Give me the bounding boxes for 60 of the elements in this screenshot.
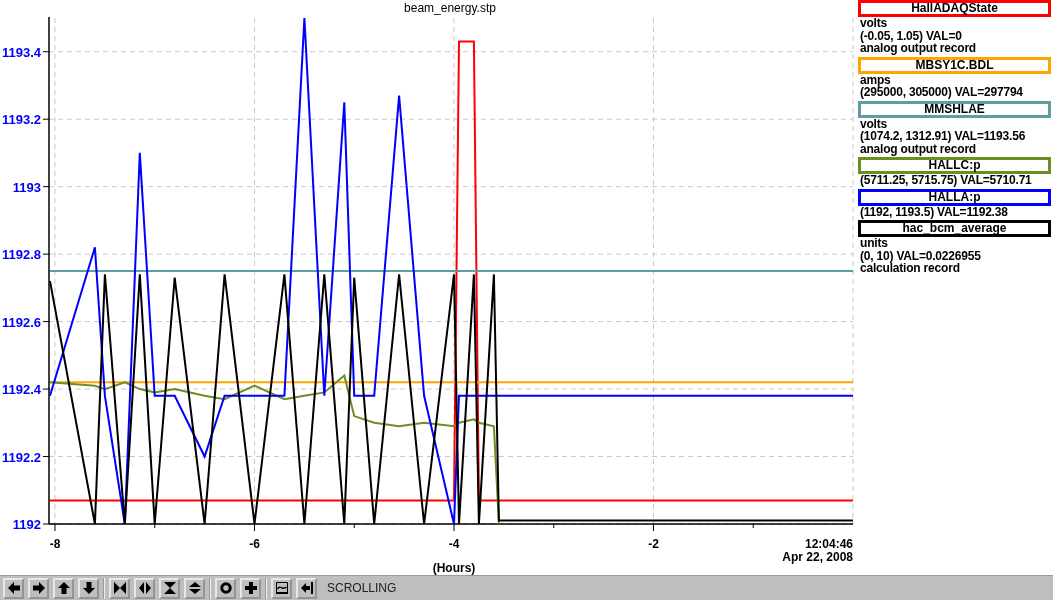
y-tick-label: 1192.4 [1,382,41,398]
x-tick-label: -2 [648,537,659,551]
plus-button[interactable] [240,577,261,599]
legend-info-text: (0, 10) VAL=0.0226955 [859,249,982,262]
arrow-up-icon [57,582,70,594]
legend-entry-header[interactable]: HALLC:p [858,157,1051,174]
legend-info-text: calculation record [859,262,961,275]
graph-icon [275,582,288,594]
arrow-down-icon [82,582,95,594]
plus-icon [244,582,257,594]
status-text: SCROLLING [327,581,397,595]
arrow-up-button[interactable] [53,577,74,599]
x-axis-title: (Hours) [432,561,476,575]
legend-entry-header[interactable]: HALLA:p [858,188,1051,206]
timestamp-date: Apr 22, 2008 [782,550,853,564]
legend-info-text: volts [859,17,888,30]
arrow-right-icon [32,582,45,594]
x-tick-label: -4 [448,537,460,551]
arrow-left-icon [7,582,20,594]
bowtie-button[interactable] [109,577,130,599]
timestamp-time: 12:04:46 [804,537,853,551]
ring-icon [219,582,232,594]
chart-title: beam_energy.stp [404,1,496,15]
arrow-down-button[interactable] [78,577,99,599]
y-tick-label: 1192.6 [1,314,41,330]
arrow-to-bar-button[interactable] [296,577,317,599]
y-tick-label: 1193.2 [1,112,41,128]
double-triangle-vertical-icon [188,582,201,594]
graph-button[interactable] [271,577,292,599]
legend-entry-header[interactable]: MBSY1C.BDL [858,56,1051,74]
legend-info-text: (1192, 1193.5) VAL=1192.38 [859,205,1009,218]
x-tick-label: -6 [249,537,260,551]
legend-info-text: analog output record [859,142,977,155]
legend-info-text: (5711.25, 5715.75) VAL=5710.71 [859,174,1033,187]
y-tick-label: 1192 [12,517,41,532]
ring-button[interactable] [215,577,236,599]
double-triangle-vertical-button[interactable] [184,577,205,599]
hourglass-button[interactable] [159,577,180,599]
legend-info-text: volts [859,117,888,130]
double-triangle-horizontal-button[interactable] [134,577,155,599]
arrow-to-bar-icon [300,582,313,594]
legend-info-text: (1074.2, 1312.91) VAL=1193.56 [859,130,1027,143]
legend-info-text: (-0.05, 1.05) VAL=0 [859,29,963,42]
y-tick-label: 1193.4 [1,44,41,60]
legend-info-text: analog output record [859,42,977,55]
y-tick-label: 1192.8 [1,247,41,263]
arrow-right-button[interactable] [28,577,49,599]
hourglass-icon [163,582,176,594]
legend-info-text: units [859,237,889,250]
legend-info-text: (295000, 305000) VAL=297794 [859,86,1024,99]
y-tick-label: 1192.2 [1,449,41,465]
bowtie-icon [113,582,126,594]
legend-info-text: amps [859,73,891,86]
legend-entry-header[interactable]: MMSHLAE [858,100,1051,118]
x-tick-label: -8 [49,537,61,551]
arrow-left-button[interactable] [3,577,24,599]
legend-entry-header[interactable]: hac_bcm_average [858,220,1051,237]
legend-entry-header[interactable]: HallADAQState [858,0,1051,17]
double-triangle-horizontal-icon [138,582,151,594]
y-tick-label: 1193 [12,179,41,195]
